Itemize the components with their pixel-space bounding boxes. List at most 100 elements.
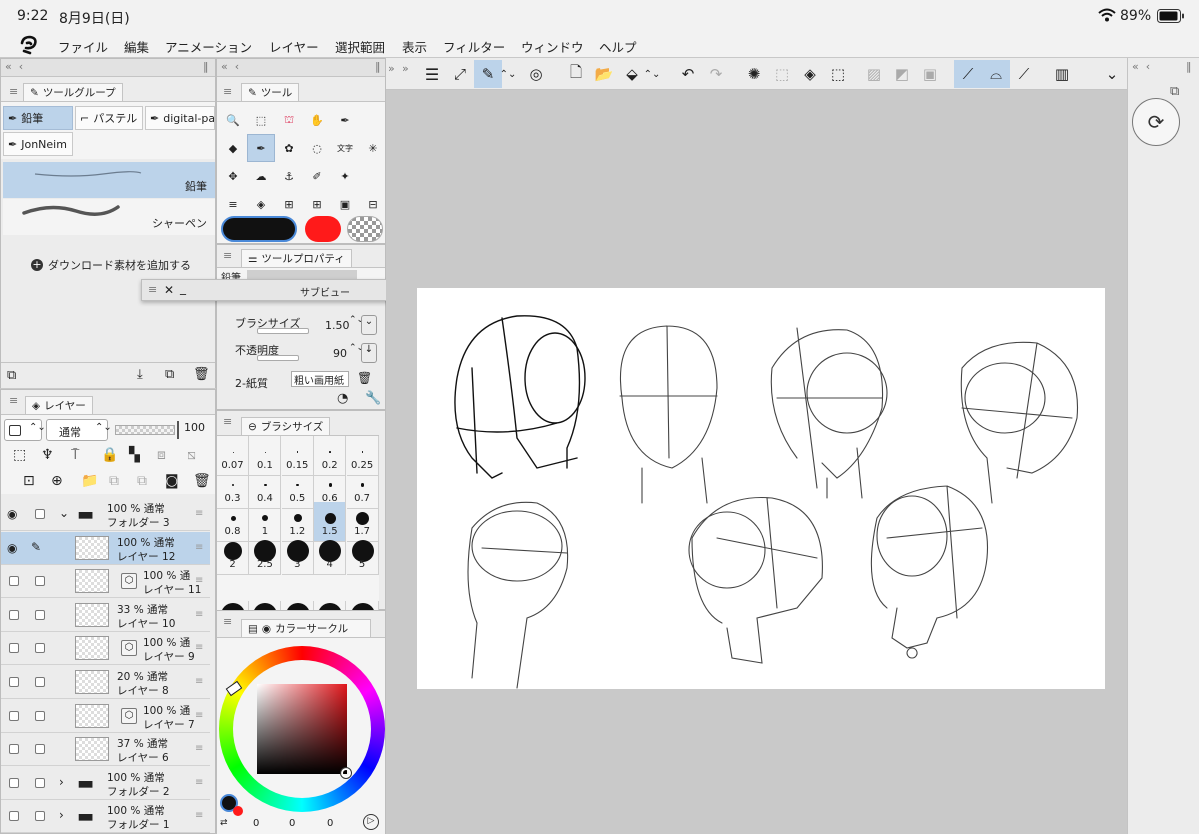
lock-checkbox[interactable] xyxy=(35,677,45,687)
chevron-updown-icon[interactable]: ⌃⌄ xyxy=(644,60,661,88)
collapse-left-icon[interactable]: « ‹ xyxy=(5,60,23,73)
mask-link-icon[interactable]: ⧈ xyxy=(157,447,166,463)
sparkle-tool-icon[interactable]: ✦ xyxy=(331,162,359,190)
trash-icon[interactable]: 🗑 xyxy=(193,367,210,382)
collapse-right-icon[interactable]: » xyxy=(388,62,395,75)
stamp-tool-icon[interactable]: ⚓ xyxy=(275,162,303,190)
edge-keyboard-icon[interactable]: ▥ xyxy=(1048,60,1076,88)
panel-menu-icon[interactable]: ≡ xyxy=(9,394,18,407)
eye-icon[interactable]: ◉ xyxy=(7,507,17,521)
panel-grip-icon[interactable]: ‖ xyxy=(375,60,381,73)
visibility-checkbox[interactable] xyxy=(9,609,19,620)
brush-item-pencil[interactable]: 鉛筆 xyxy=(3,162,215,198)
visibility-checkbox[interactable] xyxy=(9,744,19,755)
sub-color-indicator[interactable] xyxy=(233,806,243,816)
play-icon[interactable]: ▷ xyxy=(363,814,379,830)
correction-tool-icon[interactable]: ✐ xyxy=(303,162,331,190)
menu-animation[interactable]: アニメーション xyxy=(165,37,252,56)
pen-tool-icon[interactable]: ✒ xyxy=(247,134,275,162)
collapse-left-icon[interactable]: « ‹ xyxy=(1132,60,1150,73)
menu-view[interactable]: 表示 xyxy=(402,37,427,56)
new-file-icon[interactable]: 🗋 xyxy=(562,60,590,88)
drag-handle-icon[interactable]: ≡ xyxy=(195,810,203,821)
delete-layer-icon[interactable]: 🗑 xyxy=(193,473,211,489)
saturation-value-square[interactable] xyxy=(257,684,347,774)
hand-tool-icon[interactable]: ✋ xyxy=(303,106,331,134)
brush-size-cell[interactable]: 2 xyxy=(217,535,249,575)
layer-row[interactable]: ◉ ✎ 100 % 通常 レイヤー 12 ≡ xyxy=(1,531,210,565)
ruler-tool-icon[interactable]: ⊟ xyxy=(359,190,387,218)
menu-file[interactable]: ファイル xyxy=(58,37,108,56)
panel-grip-icon[interactable]: ‖ xyxy=(1186,60,1192,73)
gradient-tool-icon[interactable]: ▣ xyxy=(331,190,359,218)
panel-menu-icon[interactable]: ≡ xyxy=(223,615,232,628)
brush-size-cell[interactable]: 3 xyxy=(281,535,314,575)
clear-outside-icon[interactable]: ⬚ xyxy=(768,60,796,88)
decoration-tool-icon[interactable]: ✿ xyxy=(275,134,303,162)
clip-icon[interactable]: ⬚ xyxy=(13,447,26,463)
opacity-slider[interactable] xyxy=(115,425,175,435)
import-icon[interactable]: ⤓ xyxy=(137,367,143,382)
duplicate-icon[interactable]: ⧉ xyxy=(165,367,174,382)
drag-handle-icon[interactable]: ≡ xyxy=(195,508,203,519)
trash-icon[interactable]: 🗑 xyxy=(357,371,372,385)
operation-tool-icon[interactable]: ⬚ xyxy=(247,106,275,134)
lock-icon[interactable]: 🔒 xyxy=(101,447,118,463)
add-download-button[interactable]: + ダウンロード素材を追加する xyxy=(31,257,191,273)
eye-icon[interactable]: ◉ xyxy=(7,541,17,555)
resize-canvas-icon[interactable]: ⤢ xyxy=(446,60,474,88)
move-tool-icon[interactable]: ✥ xyxy=(219,162,247,190)
lock-checkbox[interactable] xyxy=(35,744,45,755)
new-raster-layer-icon[interactable]: ⊡ xyxy=(23,473,35,489)
panel-menu-icon[interactable]: ≡ xyxy=(223,249,232,262)
undo-icon[interactable]: ↶ xyxy=(674,60,702,88)
palette-settings-icon[interactable]: ⧉ xyxy=(7,368,16,383)
layer-row[interactable]: 20 % 通常 レイヤー 8 ≡ xyxy=(1,666,210,699)
menu-filter[interactable]: フィルター xyxy=(443,37,505,56)
layers-stack-icon[interactable]: ⧉ xyxy=(1170,84,1179,99)
tab-brush-size[interactable]: ⊖ ブラシサイズ xyxy=(241,417,331,435)
blend-mode-select[interactable]: 通常 ⌃⌄ xyxy=(46,419,112,441)
chevron-right-icon[interactable]: › xyxy=(59,775,64,789)
sync-icon[interactable]: ⟳ xyxy=(1132,98,1180,146)
visibility-checkbox[interactable] xyxy=(9,677,19,687)
lock-checkbox[interactable] xyxy=(35,811,45,822)
snap-grid-icon[interactable]: ⟋ xyxy=(1010,60,1038,88)
app-logo-icon[interactable] xyxy=(18,35,40,55)
paper-texture-select[interactable]: 粗い画用紙 xyxy=(291,371,349,387)
sub-color-swatch[interactable] xyxy=(305,216,341,242)
minimize-icon[interactable]: _ xyxy=(180,281,186,295)
chevron-down-icon[interactable]: ⌄ xyxy=(1098,60,1126,88)
invert-selection-icon[interactable]: ◩ xyxy=(888,60,916,88)
tab-color-circle[interactable]: ▤ ◉ カラーサークル xyxy=(241,619,371,637)
brush-size-cell[interactable]: 4 xyxy=(314,535,347,575)
lock-checkbox[interactable] xyxy=(35,710,45,721)
lasso-tool-icon[interactable]: ◌ xyxy=(303,134,331,162)
edit-canvas-icon[interactable]: ✎ xyxy=(474,60,502,88)
layer-mask-icon[interactable]: ◙ xyxy=(165,473,179,489)
reference-icon[interactable]: ⍑ xyxy=(71,447,79,463)
zoom-tool-icon[interactable]: 🔍 xyxy=(219,106,247,134)
brush-item-sharpen[interactable]: シャーペン xyxy=(3,199,215,235)
snap-ruler-icon[interactable]: ⟋ xyxy=(954,60,982,88)
visibility-checkbox[interactable] xyxy=(9,777,19,788)
eyedropper-tool-icon[interactable]: ✒ xyxy=(331,106,359,134)
visibility-checkbox[interactable] xyxy=(9,643,19,654)
selection-border-icon[interactable]: ▣ xyxy=(916,60,944,88)
drag-handle-icon[interactable]: ≡ xyxy=(195,575,203,586)
menu-layer[interactable]: レイヤー xyxy=(269,37,319,56)
brush-size-cell[interactable]: 2.5 xyxy=(249,535,282,575)
new-vector-layer-icon[interactable]: ⊕ xyxy=(51,473,63,489)
chevron-right-icon[interactable]: › xyxy=(59,808,64,822)
merge-down-icon[interactable]: ⧉ xyxy=(109,473,119,489)
color-picker-handle[interactable] xyxy=(340,767,352,779)
snap-special-ruler-icon[interactable]: ⌓ xyxy=(982,60,1010,88)
layer-row[interactable]: › ▬ 100 % 通常 フォルダー 1 ≡ xyxy=(1,800,210,834)
visibility-checkbox[interactable] xyxy=(9,576,19,587)
menu-window[interactable]: ウィンドウ xyxy=(521,37,584,56)
toolgroup-item-pencil[interactable]: ✒ 鉛筆 xyxy=(3,106,73,130)
fill-tool-icon[interactable]: ◈ xyxy=(247,190,275,218)
panel-menu-icon[interactable]: ≡ xyxy=(223,415,232,428)
gallery-icon[interactable]: ◎ xyxy=(522,60,550,88)
transform-icon[interactable]: ⬚ xyxy=(824,60,852,88)
